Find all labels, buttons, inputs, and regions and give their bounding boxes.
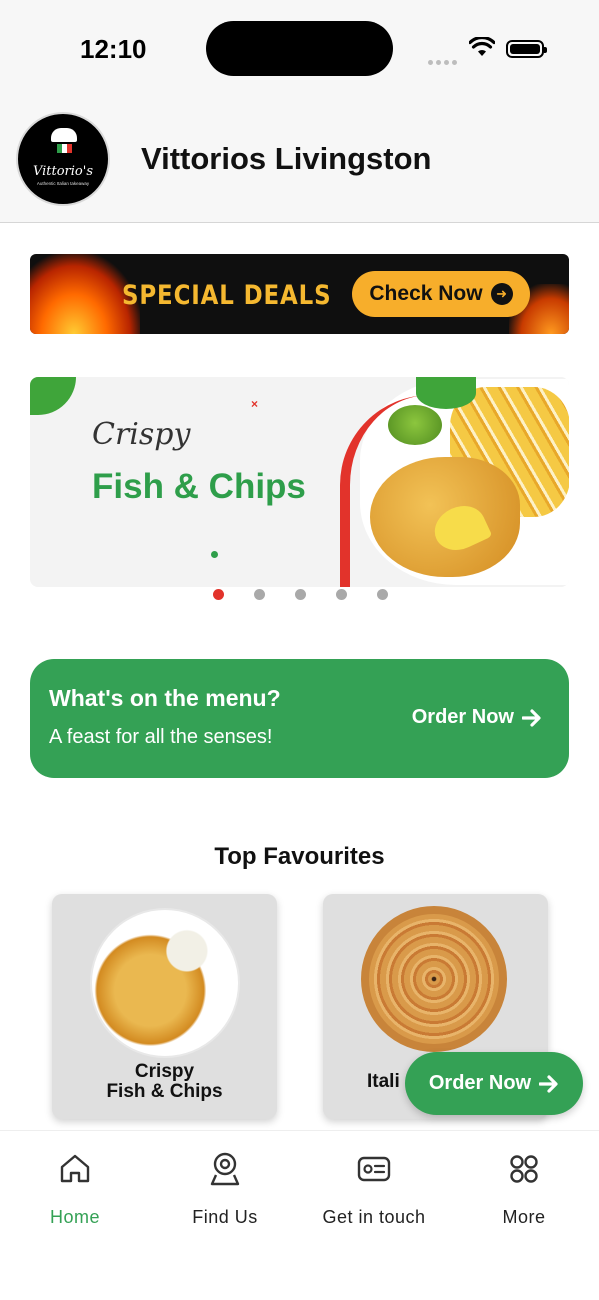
- nav-label-get-in-touch: Get in touch: [322, 1207, 426, 1227]
- carousel-dot-5[interactable]: [377, 589, 388, 600]
- carousel-dot-3[interactable]: [295, 589, 306, 600]
- menu-order-now-label: Order Now: [411, 706, 514, 728]
- carousel-pagination: [213, 589, 388, 600]
- logo-name: Vittorio's: [32, 164, 94, 179]
- slide-title: Fish & Chips: [92, 467, 306, 506]
- italian-flag-icon: [57, 144, 72, 153]
- carousel-dot-4[interactable]: [336, 589, 347, 600]
- nav-label-home: Home: [49, 1207, 100, 1227]
- nav-item-get-in-touch[interactable]: Get in touch: [299, 1151, 449, 1228]
- menu-card-subtitle: A feast for all the senses!: [49, 726, 273, 748]
- special-deals-label: SPECIAL DEALS: [122, 280, 332, 311]
- dynamic-island: [206, 21, 393, 76]
- favourite-label-line1: Crispy: [134, 1061, 195, 1082]
- bottom-navigation: Home Find Us Get in touch More: [0, 1130, 599, 1300]
- nav-label-find-us: Find Us: [192, 1207, 258, 1227]
- special-deals-banner[interactable]: SPECIAL DEALS Check Now ➜: [30, 254, 569, 334]
- logo-tagline: Authentic Italian takeaway: [36, 181, 90, 186]
- battery-icon: [506, 40, 547, 58]
- menu-card[interactable]: What's on the menu? A feast for all the …: [30, 659, 569, 778]
- status-time: 12:10: [80, 34, 147, 64]
- arrow-right-icon: [539, 1074, 558, 1093]
- nav-item-find-us[interactable]: Find Us: [150, 1151, 300, 1228]
- dot-decoration: [211, 551, 218, 558]
- menu-card-title: What's on the menu?: [49, 685, 281, 711]
- check-now-button[interactable]: Check Now ➜: [352, 271, 530, 317]
- home-icon: [60, 1154, 90, 1183]
- contact-card-icon: [357, 1156, 391, 1182]
- status-bar: 12:10: [0, 0, 599, 96]
- arrow-right-icon: [522, 708, 541, 727]
- top-favourites-heading: Top Favourites: [214, 843, 385, 870]
- app-screen: 12:10 Vittorio's Authentic Italian takea…: [0, 0, 599, 1300]
- favourite-card-fish-chips[interactable]: Crispy Fish & Chips: [52, 894, 277, 1119]
- carousel-dot-2[interactable]: [254, 589, 265, 600]
- slide-script-text: Crispy: [92, 417, 191, 452]
- sparkle-decoration: ×: [251, 397, 259, 411]
- menu-order-now-button[interactable]: Order Now: [412, 706, 542, 729]
- fish-and-chips-image: [90, 908, 240, 1058]
- grid-icon: [510, 1155, 538, 1183]
- nav-item-home[interactable]: Home: [0, 1151, 150, 1228]
- pizza-image: [361, 906, 507, 1052]
- cellular-signal-icon: [428, 52, 460, 65]
- app-header: Vittorio's Authentic Italian takeaway Vi…: [0, 96, 599, 223]
- leaf-decoration: [30, 377, 76, 415]
- page-title: Vittorios Livingston: [141, 141, 432, 176]
- arrow-right-icon: ➜: [490, 283, 513, 305]
- chef-hat-icon: [51, 128, 77, 142]
- nav-label-more: More: [502, 1207, 546, 1227]
- floating-order-now-label: Order Now: [428, 1072, 532, 1094]
- check-now-label: Check Now: [369, 282, 483, 305]
- wifi-icon: [469, 37, 495, 56]
- carousel-dot-1[interactable]: [213, 589, 224, 600]
- favourite-card-label: Crispy Fish & Chips: [52, 1062, 277, 1102]
- floating-order-now-button[interactable]: Order Now: [405, 1052, 583, 1115]
- restaurant-logo[interactable]: Vittorio's Authentic Italian takeaway: [16, 112, 110, 206]
- leaf-decoration-right: [416, 377, 476, 409]
- favourite-label-line2: Fish & Chips: [106, 1081, 223, 1102]
- location-icon: [210, 1152, 240, 1186]
- nav-item-more[interactable]: More: [449, 1151, 599, 1228]
- promo-carousel[interactable]: Crispy Fish & Chips ×: [30, 377, 569, 587]
